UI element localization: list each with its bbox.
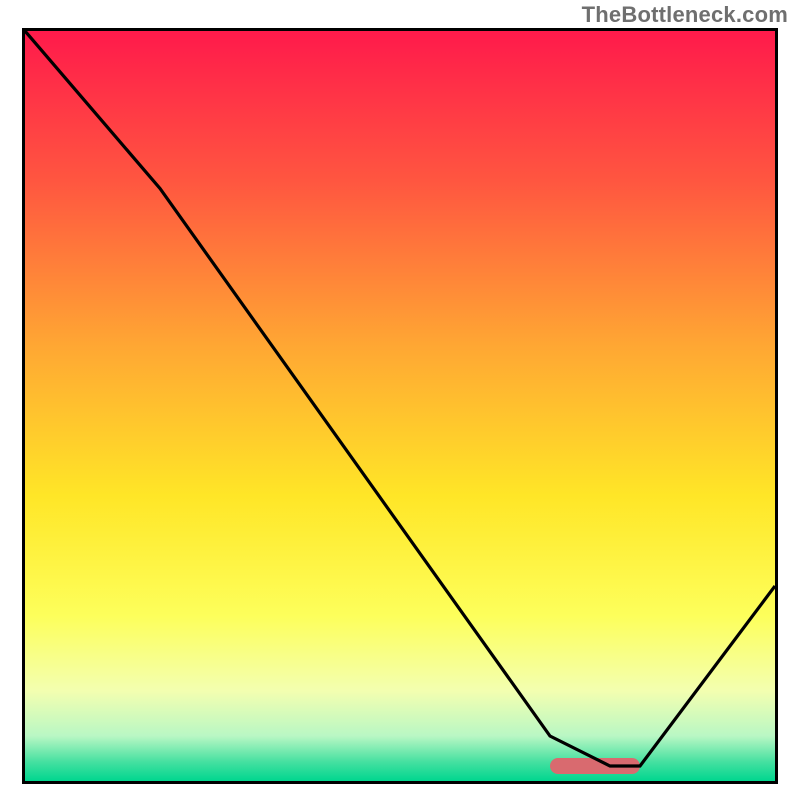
curve-path (25, 31, 775, 766)
chart-container: TheBottleneck.com (0, 0, 800, 800)
plot-area (22, 28, 778, 784)
bottleneck-curve (25, 31, 775, 781)
watermark-text: TheBottleneck.com (582, 2, 788, 28)
